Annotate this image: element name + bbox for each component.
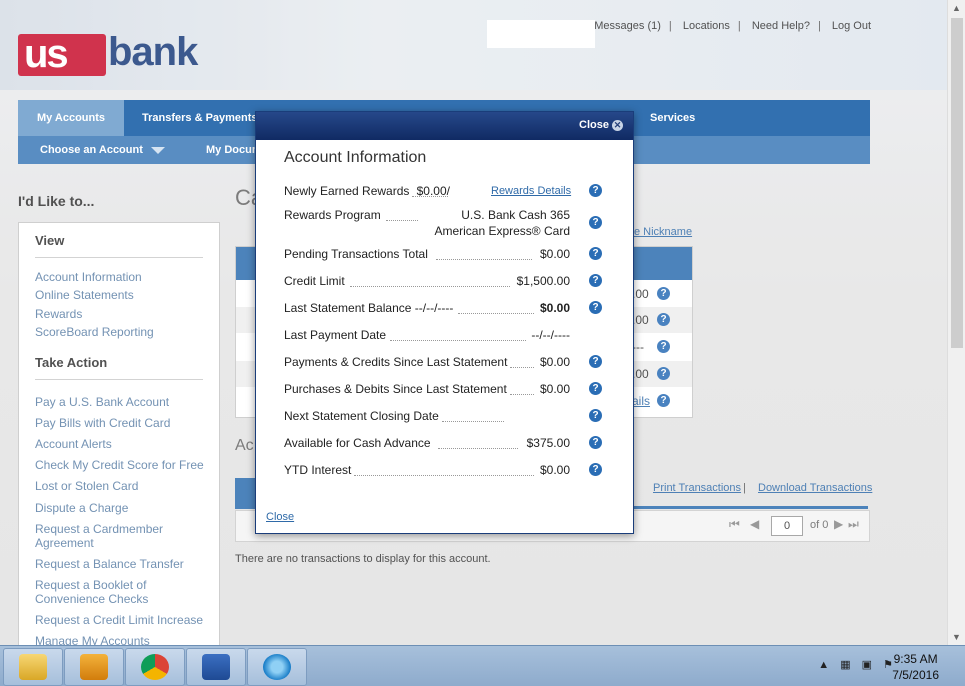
system-clock[interactable]: 9:35 AM 7/5/2016 xyxy=(892,651,939,683)
account-information-dialog: Close ✕ Account Information Newly Earned … xyxy=(255,111,634,534)
taskbar-internet-explorer[interactable] xyxy=(247,648,307,686)
leader-dots xyxy=(436,259,532,260)
app-tray-icon[interactable]: ▣ xyxy=(862,659,872,671)
row-label: Credit Limit xyxy=(284,274,345,288)
info-row-next-closing-date: Next Statement Closing Date ? xyxy=(284,409,614,429)
network-icon[interactable]: ▦ xyxy=(840,659,850,671)
help-icon[interactable]: ? xyxy=(589,409,602,422)
leader-dots xyxy=(354,475,534,476)
row-value: $0.00/ xyxy=(416,184,450,198)
help-icon[interactable]: ? xyxy=(589,382,602,395)
info-row-rewards: Newly Earned Rewards $0.00/ Rewards Deta… xyxy=(284,184,614,204)
taskbar-word[interactable] xyxy=(186,648,246,686)
leader-dots xyxy=(458,313,534,314)
row-value: $0.00 xyxy=(539,463,570,477)
info-row-pending: Pending Transactions Total $0.00 ? xyxy=(284,247,614,267)
info-row-ytd-interest: YTD Interest $0.00 ? xyxy=(284,463,614,483)
row-label: Next Statement Closing Date xyxy=(284,409,439,423)
taskbar-outlook[interactable] xyxy=(64,648,124,686)
row-value: $375.00 xyxy=(526,436,570,450)
row-value: $1,500.00 xyxy=(516,274,570,288)
info-row-last-statement-balance: Last Statement Balance --/--/---- $0.00 … xyxy=(284,301,614,321)
leader-dots xyxy=(442,421,504,422)
scroll-up-icon[interactable]: ▲ xyxy=(952,3,961,13)
internet-explorer-icon xyxy=(263,654,291,680)
help-icon[interactable]: ? xyxy=(589,274,602,287)
row-value: $0.00 xyxy=(539,247,570,261)
info-row-last-payment-date: Last Payment Date --/--/---- xyxy=(284,328,614,348)
browser-viewport: us bank Messages (1) | Locations | Need He… xyxy=(0,0,947,645)
close-label: Close xyxy=(579,119,609,131)
scroll-thumb[interactable] xyxy=(951,18,963,348)
row-value: --/--/---- xyxy=(531,328,570,342)
show-hidden-icons-icon[interactable]: ▲ xyxy=(818,659,829,671)
folder-icon xyxy=(19,654,47,680)
row-label: Last Statement Balance --/--/---- xyxy=(284,301,454,315)
help-icon[interactable]: ? xyxy=(589,184,602,197)
info-row-purchases-debits: Purchases & Debits Since Last Statement … xyxy=(284,382,614,402)
leader-dots xyxy=(386,220,418,221)
row-value: $0.00 xyxy=(539,301,570,315)
dialog-title: Account Information xyxy=(284,149,427,166)
row-label: YTD Interest xyxy=(284,463,352,477)
row-label: Available for Cash Advance xyxy=(284,436,431,450)
info-row-payments-credits: Payments & Credits Since Last Statement … xyxy=(284,355,614,375)
leader-dots xyxy=(510,367,534,368)
vertical-scrollbar[interactable]: ▲ ▼ xyxy=(947,0,965,645)
taskbar-file-explorer[interactable] xyxy=(3,648,63,686)
help-icon[interactable]: ? xyxy=(589,436,602,449)
taskbar-chrome[interactable] xyxy=(125,648,185,686)
row-label: Last Payment Date xyxy=(284,328,387,342)
word-icon xyxy=(202,654,230,680)
clock-time: 9:35 AM xyxy=(893,652,938,666)
info-row-credit-limit: Credit Limit $1,500.00 ? xyxy=(284,274,614,294)
chrome-icon xyxy=(141,654,169,680)
close-icon: ✕ xyxy=(612,119,623,131)
leader-dots xyxy=(350,286,510,287)
row-value: U.S. Bank Cash 365 xyxy=(461,208,570,222)
help-icon[interactable]: ? xyxy=(589,247,602,260)
footer-close-link[interactable]: Close xyxy=(266,511,294,523)
row-label: Purchases & Debits Since Last Statement xyxy=(284,382,507,396)
leader-dots xyxy=(438,448,518,449)
info-row-rewards-program: Rewards Program U.S. Bank Cash 365 Ameri… xyxy=(284,208,614,244)
row-value: $0.00 xyxy=(539,382,570,396)
close-button[interactable]: Close ✕ xyxy=(579,119,623,131)
system-tray: ▲ ▦ ▣ ⚑ xyxy=(818,658,893,671)
windows-taskbar: ▲ ▦ ▣ ⚑ 9:35 AM 7/5/2016 xyxy=(0,645,965,686)
row-label: Pending Transactions Total xyxy=(284,247,428,261)
leader-dots xyxy=(510,394,534,395)
dialog-header: Close ✕ xyxy=(256,112,633,140)
row-value-line2: American Express® Card xyxy=(434,224,570,238)
help-icon[interactable]: ? xyxy=(589,355,602,368)
row-label: Rewards Program xyxy=(284,208,381,222)
row-value: $0.00 xyxy=(539,355,570,369)
row-label: Newly Earned Rewards xyxy=(284,184,410,198)
help-icon[interactable]: ? xyxy=(589,301,602,314)
help-icon[interactable]: ? xyxy=(589,216,602,229)
clock-date: 7/5/2016 xyxy=(892,668,939,682)
help-icon[interactable]: ? xyxy=(589,463,602,476)
leader-dots xyxy=(390,340,526,341)
info-row-cash-advance: Available for Cash Advance $375.00 ? xyxy=(284,436,614,456)
row-label: Payments & Credits Since Last Statement xyxy=(284,355,508,369)
outlook-icon xyxy=(80,654,108,680)
rewards-details-link[interactable]: Rewards Details xyxy=(491,185,571,197)
scroll-down-icon[interactable]: ▼ xyxy=(952,632,961,642)
